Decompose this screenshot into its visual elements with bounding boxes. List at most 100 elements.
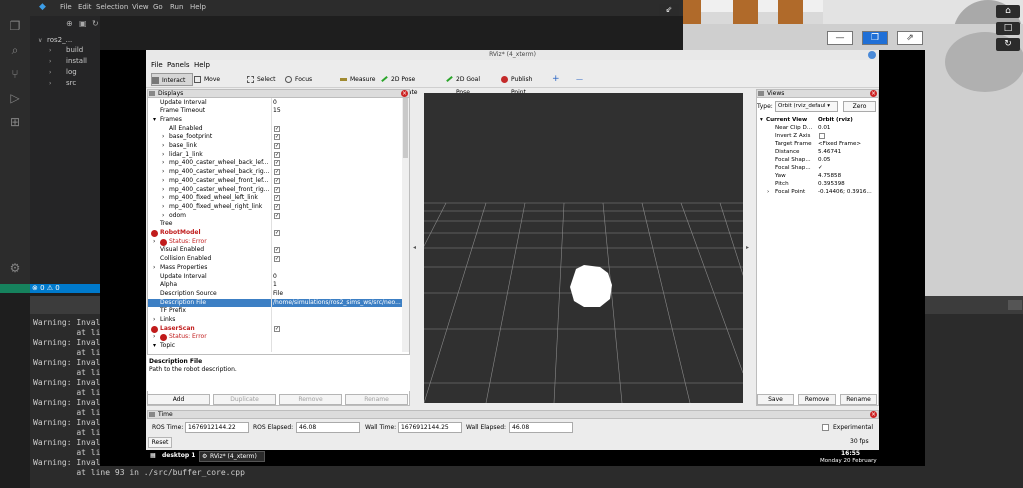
checkbox[interactable]: ✓ — [274, 212, 280, 219]
checkbox[interactable]: ✓ — [274, 125, 280, 132]
tool-publish-point[interactable]: Publish Point — [501, 73, 549, 96]
collapse-right-icon[interactable]: ▸ — [746, 244, 749, 251]
chevron-right-icon[interactable]: › — [162, 159, 164, 168]
explorer-root[interactable]: ros2_... — [47, 36, 72, 44]
close-window-icon[interactable] — [868, 51, 876, 59]
explorer-icon[interactable]: ❐ — [8, 19, 22, 33]
tool-move-camera[interactable]: Move Camera — [194, 73, 240, 96]
restore-window-icon[interactable]: ⇙ — [659, 4, 679, 16]
prop-row[interactable]: › Links — [148, 316, 402, 325]
chevron-right-icon[interactable]: › — [49, 69, 51, 76]
view-row[interactable]: Focal Shap... ✓ — [757, 164, 877, 172]
chevron-right-icon[interactable]: › — [162, 168, 164, 177]
prop-row[interactable]: Update Interval 0 — [148, 273, 402, 282]
wall-elapsed-field[interactable]: 46.08 — [509, 422, 573, 433]
chevron-right-icon[interactable]: › — [49, 58, 51, 65]
add-tool-icon[interactable]: + — [552, 73, 562, 86]
tool-measure[interactable]: Measure — [340, 73, 376, 86]
tool-2d-pose-estimate[interactable]: 2D Pose Estimate — [381, 73, 439, 96]
rviz-menu-help[interactable]: Help — [194, 61, 210, 69]
close-panel-icon[interactable]: × — [401, 90, 408, 97]
checkbox[interactable]: ✓ — [274, 134, 280, 141]
prop-row[interactable]: Alpha 1 — [148, 281, 402, 290]
chevron-right-icon[interactable]: › — [162, 142, 164, 151]
chevron-down-icon[interactable]: ▾ — [760, 116, 763, 124]
view-row[interactable]: Distance 5.46741 — [757, 148, 877, 156]
checkbox[interactable]: ✓ — [274, 151, 280, 158]
collapse-left-icon[interactable]: ◂ — [413, 244, 416, 251]
stop-icon[interactable]: □ — [996, 22, 1020, 35]
chevron-right-icon[interactable]: › — [162, 151, 164, 160]
view-row[interactable]: Focal Shap... 0.05 — [757, 156, 877, 164]
display-robotmodel[interactable]: RobotModel ✓ — [148, 229, 402, 238]
source-control-icon[interactable]: ⑂ — [8, 67, 22, 81]
prop-row[interactable]: › base_link ✓ — [148, 142, 402, 151]
chevron-right-icon[interactable]: › — [767, 188, 769, 196]
prop-row[interactable]: TF Prefix — [148, 307, 402, 316]
settings-gear-icon[interactable]: ⚙ — [8, 261, 22, 275]
tool-2d-goal-pose[interactable]: 2D Goal Pose — [446, 73, 494, 96]
terminal-maximize-icon[interactable] — [1008, 300, 1022, 310]
remove-view-button[interactable]: Remove — [798, 394, 836, 405]
checkbox[interactable]: ✓ — [274, 325, 280, 332]
taskbar-window-button[interactable]: ⚙ RViz* (4_xterm) — [199, 451, 265, 462]
prop-row[interactable]: › mp_400_caster_wheel_front_lef... ✓ — [148, 177, 402, 186]
chevron-down-icon[interactable]: ▾ — [153, 342, 156, 351]
checkbox[interactable]: ✓ — [274, 247, 280, 254]
chevron-right-icon[interactable]: › — [49, 80, 51, 87]
prop-row[interactable]: Description Source File — [148, 290, 402, 299]
prop-row[interactable]: › mp_400_caster_wheel_back_rig... ✓ — [148, 168, 402, 177]
experimental-checkbox[interactable] — [822, 424, 829, 431]
chevron-right-icon[interactable]: › — [162, 186, 164, 195]
view-row[interactable]: Yaw 4.75858 — [757, 172, 877, 180]
run-debug-icon[interactable]: ▷ — [8, 91, 22, 105]
view-row-current[interactable]: ▾ Current View Orbit (rviz) — [757, 116, 877, 124]
wall-time-field[interactable]: 1676912144.25 — [398, 422, 462, 433]
prop-row[interactable]: › mp_400_fixed_wheel_left_link ✓ — [148, 194, 402, 203]
prop-row[interactable]: › odom ✓ — [148, 212, 402, 221]
chevron-right-icon[interactable]: › — [153, 333, 155, 342]
view-row[interactable]: Target Frame <Fixed Frame> — [757, 140, 877, 148]
tool-select[interactable]: Select — [247, 73, 277, 86]
rviz-titlebar[interactable]: RViz* (4_xterm) — [146, 50, 879, 60]
checkbox[interactable]: ✓ — [274, 230, 280, 236]
desktop-label[interactable]: desktop 1 — [162, 452, 195, 459]
remove-display-button[interactable]: Remove — [279, 394, 342, 405]
checkbox[interactable] — [819, 133, 825, 139]
add-display-button[interactable]: Add — [147, 394, 210, 405]
checkbox[interactable]: ✓ — [274, 160, 280, 167]
close-panel-icon[interactable]: × — [870, 90, 877, 97]
view-row[interactable]: Invert Z Axis — [757, 132, 877, 140]
checkbox[interactable]: ✓ — [274, 203, 280, 210]
reset-button[interactable]: Reset — [148, 437, 172, 448]
fullscreen-button[interactable]: ⇗ — [897, 31, 923, 45]
rviz-menu-file[interactable]: File — [151, 61, 163, 69]
extensions-icon[interactable]: ⊞ — [8, 115, 22, 129]
remote-indicator[interactable] — [0, 284, 30, 293]
prop-row[interactable]: Visual Enabled ✓ — [148, 246, 402, 255]
checkbox[interactable]: ✓ — [274, 177, 280, 184]
minimize-button[interactable]: — — [827, 31, 853, 45]
checkbox[interactable]: ✓ — [274, 143, 280, 149]
new-file-icon[interactable]: ⊕ — [66, 19, 73, 28]
prop-row[interactable]: › lidar_1_link ✓ — [148, 151, 402, 160]
chevron-right-icon[interactable]: › — [162, 133, 164, 142]
menu-view[interactable]: View — [132, 3, 149, 11]
chevron-right-icon[interactable]: › — [153, 316, 155, 325]
chevron-right-icon[interactable]: › — [153, 238, 155, 247]
checkbox[interactable]: ✓ — [274, 186, 280, 193]
status-error-row[interactable]: › Status: Error — [148, 333, 402, 342]
menu-edit[interactable]: Edit — [78, 3, 92, 11]
status-error-row[interactable]: › Status: Error — [148, 238, 402, 247]
chevron-right-icon[interactable]: › — [162, 212, 164, 221]
view-row[interactable]: Near Clip D... 0.01 — [757, 124, 877, 132]
chevron-right-icon[interactable]: › — [153, 264, 155, 273]
rename-view-button[interactable]: Rename — [840, 394, 877, 405]
explorer-item-install[interactable]: install — [66, 57, 87, 65]
menu-help[interactable]: Help — [190, 3, 206, 11]
rename-display-button[interactable]: Rename — [345, 394, 408, 405]
rviz-menu-panels[interactable]: Panels — [167, 61, 190, 69]
search-icon[interactable]: ⌕ — [8, 43, 22, 57]
home-icon[interactable]: ⌂ — [996, 5, 1020, 18]
tool-focus-camera[interactable]: Focus Camera — [285, 73, 335, 96]
